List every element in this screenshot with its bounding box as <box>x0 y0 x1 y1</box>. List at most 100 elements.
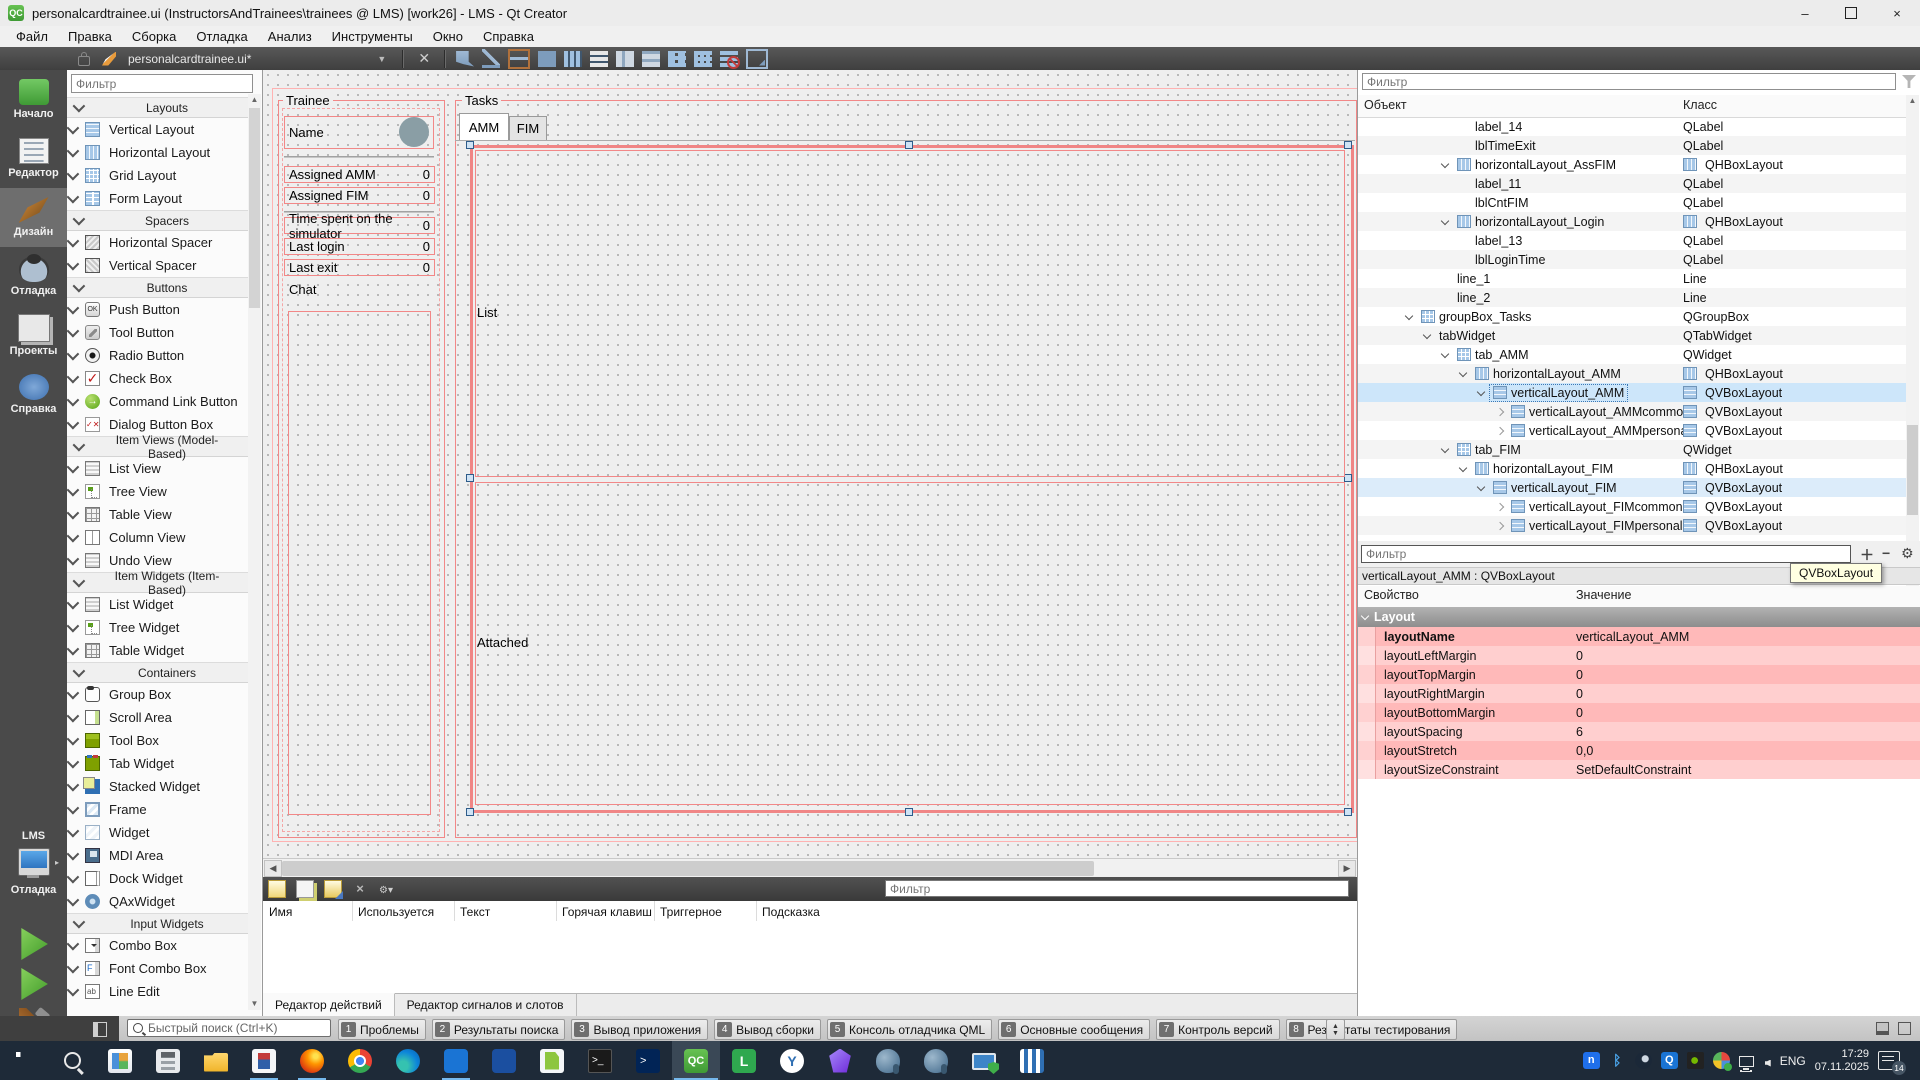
layout-form-icon[interactable] <box>668 51 686 67</box>
tray-q-app[interactable] <box>1661 1052 1678 1069</box>
object-tree-row[interactable]: verticalLayout_FIMcommon QVBoxLayout <box>1358 497 1907 516</box>
postgresql[interactable] <box>864 1041 912 1080</box>
action-column-header[interactable]: Текст <box>460 905 490 919</box>
widget-stacked-widget[interactable]: Stacked Widget <box>67 775 249 798</box>
trainee-stat-row[interactable]: Assigned AMM0 <box>284 166 435 183</box>
tab-action-editor[interactable]: Редактор действий <box>263 993 395 1016</box>
tree-expand-icon[interactable] <box>1456 233 1472 249</box>
widget-line-edit[interactable]: Line Edit <box>67 980 249 1003</box>
tree-expand-icon[interactable] <box>1492 423 1508 439</box>
object-tree-row[interactable]: verticalLayout_FIMpersonal QVBoxLayout <box>1358 516 1907 535</box>
bluetooth-icon[interactable] <box>1609 1052 1626 1069</box>
widget-horizontal-spacer[interactable]: Horizontal Spacer <box>67 231 249 254</box>
section-spacers[interactable]: Spacers <box>67 210 249 231</box>
selection-handle[interactable] <box>1344 808 1352 816</box>
widget-vertical-layout[interactable]: Vertical Layout <box>67 118 249 141</box>
taskbar-search-button[interactable] <box>48 1041 96 1080</box>
edit-signals-slots-icon[interactable] <box>482 49 500 68</box>
tree-expand-icon[interactable] <box>1438 214 1454 230</box>
action-filter-input[interactable] <box>885 880 1349 897</box>
object-inspector-filter-input[interactable] <box>1362 73 1896 90</box>
break-layout-icon[interactable] <box>720 51 738 67</box>
layout-vertical-splitter-icon[interactable] <box>642 51 660 67</box>
property-row[interactable]: layoutStretch 0,0 <box>1358 741 1920 760</box>
trainee-time-row[interactable]: Last exit0 <box>284 259 435 276</box>
minimize-button[interactable]: – <box>1782 0 1828 26</box>
nvidia-icon[interactable] <box>1687 1052 1704 1069</box>
security-icon[interactable] <box>1713 1052 1730 1069</box>
widget-qaxwidget[interactable]: QAxWidget <box>67 890 249 913</box>
section-item-widgets[interactable]: Item Widgets (Item-Based) <box>67 572 249 593</box>
widget-font-combo-box[interactable]: Font Combo Box <box>67 957 249 980</box>
object-tree-row[interactable]: label_11 QLabel <box>1358 174 1907 193</box>
object-tree-row[interactable]: verticalLayout_AMM QVBoxLayout <box>1358 383 1907 402</box>
tree-expand-icon[interactable] <box>1456 138 1472 154</box>
layout-horizontally-icon[interactable] <box>564 51 582 67</box>
edit-buddies-icon[interactable] <box>508 49 530 69</box>
mode-edit[interactable]: Редактор <box>0 129 67 188</box>
new-action-icon[interactable] <box>268 880 286 898</box>
object-tree-scrollbar[interactable]: ▲ ▼ <box>1906 95 1919 605</box>
scroll-right-icon[interactable]: ▶ <box>1338 860 1356 877</box>
selection-handle[interactable] <box>466 808 474 816</box>
menu-analyze[interactable]: Анализ <box>258 26 322 47</box>
menu-debug[interactable]: Отладка <box>186 26 257 47</box>
object-tree-row[interactable]: lblLoginTime QLabel <box>1358 250 1907 269</box>
mail-app[interactable] <box>480 1041 528 1080</box>
tree-expand-icon[interactable] <box>1456 366 1472 382</box>
trainee-stat-row[interactable]: Assigned FIM0 <box>284 187 435 204</box>
action-table[interactable]: ИмяИспользуетсяТекстГорячая клавишТригге… <box>263 901 1357 993</box>
mode-welcome[interactable]: Начало <box>0 70 67 129</box>
clock[interactable]: 17:29 07.11.2025 <box>1815 1048 1869 1074</box>
menu-tools[interactable]: Инструменты <box>322 26 423 47</box>
object-tree-row[interactable]: groupBox_Tasks QGroupBox <box>1358 307 1907 326</box>
property-row[interactable]: layoutSizeConstraint SetDefaultConstrain… <box>1358 760 1920 779</box>
maximize-button[interactable] <box>1828 0 1874 26</box>
menu-build[interactable]: Сборка <box>122 26 187 47</box>
widget-tree-widget[interactable]: Tree Widget <box>67 616 249 639</box>
widget-combo-box[interactable]: Combo Box <box>67 934 249 957</box>
calculator-app[interactable] <box>144 1041 192 1080</box>
section-containers[interactable]: Containers <box>67 662 249 683</box>
pane-version-control[interactable]: 7 Контроль версий <box>1156 1019 1279 1040</box>
menu-file[interactable]: Файл <box>6 26 58 47</box>
tree-expand-icon[interactable] <box>1456 119 1472 135</box>
form-designer-canvas[interactable]: Trainee Name Assigned AMM0 Assigned FIM0… <box>263 70 1357 858</box>
object-tree-row[interactable]: horizontalLayout_FIM QHBoxLayout <box>1358 459 1907 478</box>
widget-radio-button[interactable]: Radio Button <box>67 344 249 367</box>
tab-signals-slots-editor[interactable]: Редактор сигналов и слотов <box>395 994 577 1016</box>
locator-search[interactable]: Быстрый поиск (Ctrl+K) <box>127 1019 331 1037</box>
property-row[interactable]: layoutName verticalLayout_AMM <box>1358 627 1920 646</box>
widget-table-view[interactable]: Table View <box>67 503 249 526</box>
object-tree-row[interactable]: label_13 QLabel <box>1358 231 1907 250</box>
widget-widget[interactable]: Widget <box>67 821 249 844</box>
property-section-header[interactable]: Layout <box>1358 607 1920 627</box>
menu-help[interactable]: Справка <box>473 26 544 47</box>
pane-general-messages[interactable]: 6 Основные сообщения <box>998 1019 1150 1040</box>
amm-personal-layout[interactable] <box>475 482 1345 805</box>
debug-button[interactable] <box>18 968 50 1000</box>
amm-common-layout[interactable] <box>475 150 1345 477</box>
tree-expand-icon[interactable] <box>1438 157 1454 173</box>
tree-expand-icon[interactable] <box>1402 309 1418 325</box>
layout-horizontal-splitter-icon[interactable] <box>616 51 634 67</box>
scrollbar-thumb[interactable] <box>282 861 1094 876</box>
document-dropdown-icon[interactable]: ▼ <box>377 54 386 64</box>
object-tree-row[interactable]: horizontalLayout_AssFIM QHBoxLayout <box>1358 155 1907 174</box>
edge[interactable] <box>384 1041 432 1080</box>
tree-expand-icon[interactable] <box>1456 461 1472 477</box>
widget-vertical-spacer[interactable]: Vertical Spacer <box>67 254 249 277</box>
pane-toggle-icon[interactable] <box>1898 1022 1911 1035</box>
pane-search-results[interactable]: 2 Результаты поиска <box>432 1019 566 1040</box>
object-tree-row[interactable]: verticalLayout_FIM QVBoxLayout <box>1358 478 1907 497</box>
property-row[interactable]: layoutBottomMargin 0 <box>1358 703 1920 722</box>
pane-issues[interactable]: 1 Проблемы <box>338 1019 426 1040</box>
edit-tab-order-icon[interactable] <box>538 51 556 67</box>
menu-edit[interactable]: Правка <box>58 26 122 47</box>
lms-app[interactable] <box>720 1041 768 1080</box>
tree-expand-icon[interactable] <box>1420 328 1436 344</box>
firefox[interactable] <box>288 1041 336 1080</box>
tree-expand-icon[interactable] <box>1438 442 1454 458</box>
pgadmin[interactable] <box>912 1041 960 1080</box>
object-tree-row[interactable]: tab_FIM QWidget <box>1358 440 1907 459</box>
